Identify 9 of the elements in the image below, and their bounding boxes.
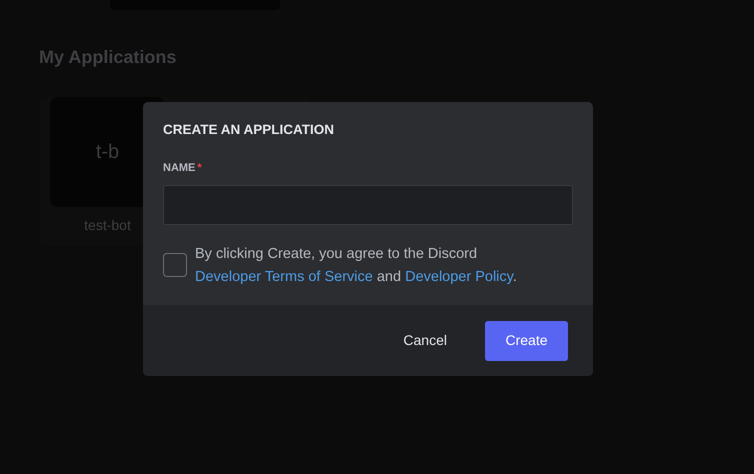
link[interactable]: Developer Terms of Service: [195, 268, 373, 285]
name-field[interactable]: [163, 184, 573, 225]
agreement-text: By clicking Create, you agree to the Discord Developer Terms of Service and Developer Policy.: [195, 244, 518, 287]
cancel-button[interactable]: Cancel: [375, 320, 475, 361]
link[interactable]: Developer Policy: [405, 268, 513, 285]
field-label: NAME *: [163, 161, 203, 176]
checkbox[interactable]: [163, 252, 187, 277]
create-button[interactable]: Create: [485, 320, 568, 361]
dialog-title: CREATE AN APPLICATION: [163, 122, 335, 138]
